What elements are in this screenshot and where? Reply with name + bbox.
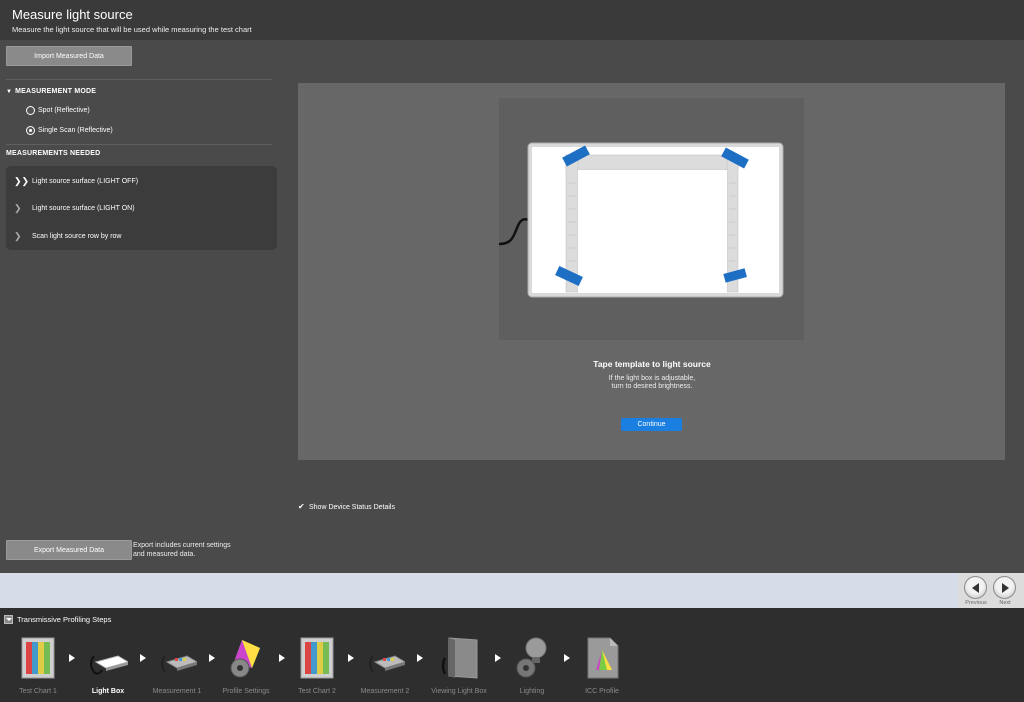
- previous-label: Previous: [965, 600, 987, 606]
- navigation-bar: Previous Next: [0, 573, 1024, 608]
- instruction-line: If the light box is adjustable,: [608, 375, 696, 382]
- measurement-item-light-on[interactable]: ❯ Light source surface (LIGHT ON): [14, 203, 135, 214]
- instruction-title: Tape template to light source: [593, 359, 711, 369]
- next-label: Next: [999, 600, 1011, 606]
- measurement-mode-heading-label: MEASUREMENT MODE: [15, 88, 97, 95]
- step-arrow-icon: [495, 654, 501, 662]
- navigation-bar-track: [0, 573, 958, 608]
- continue-button[interactable]: Continue: [621, 418, 682, 431]
- step-label: Test Chart 2: [298, 688, 336, 695]
- radio-label: Spot (Reflective): [38, 107, 90, 114]
- light-box-template-illustration: [499, 142, 784, 298]
- steps-panel-header[interactable]: Transmissive Profiling Steps: [4, 615, 111, 624]
- measurement-mode-heading[interactable]: ▼ MEASUREMENT MODE: [6, 88, 96, 95]
- measurement-item-label: Light source surface (LIGHT ON): [32, 205, 135, 212]
- measurement-device-icon: [161, 655, 197, 673]
- export-measured-data-button[interactable]: Export Measured Data: [6, 540, 132, 560]
- chevron-right-icon: ❯: [14, 231, 22, 241]
- show-device-status-label: Show Device Status Details: [309, 503, 395, 511]
- test-chart-icon: [300, 637, 334, 679]
- step-arrow-icon: [69, 654, 75, 662]
- step-label: Light Box: [91, 688, 125, 695]
- divider: [6, 79, 272, 80]
- radio-spot-reflective[interactable]: Spot (Reflective): [26, 106, 90, 115]
- measurements-needed-heading: MEASUREMENTS NEEDED: [6, 150, 101, 157]
- collapse-toggle-icon[interactable]: [4, 615, 13, 624]
- profiling-steps-panel: Transmissive Profiling Steps Test Chart …: [0, 608, 1024, 702]
- step-arrow-icon: [209, 654, 215, 662]
- step-arrow-icon: [417, 654, 423, 662]
- profile-settings-icon: [230, 640, 260, 678]
- import-measured-data-button[interactable]: Import Measured Data: [6, 46, 132, 66]
- icc-profile-icon: [587, 637, 619, 679]
- export-note: Export includes current settings and mea…: [133, 542, 231, 558]
- next-button[interactable]: [993, 576, 1016, 599]
- measurement-item-light-off[interactable]: ❯❯ Light source surface (LIGHT OFF): [14, 176, 138, 187]
- show-device-status-checkbox[interactable]: ✔ Show Device Status Details: [298, 503, 395, 511]
- arrow-right-icon: [1002, 583, 1009, 593]
- light-box-icon: [90, 655, 128, 675]
- measurements-list: ❯❯ Light source surface (LIGHT OFF) ❯ Li…: [6, 166, 277, 250]
- step-label: Profile Settings: [222, 688, 270, 695]
- step-label: Viewing Light Box: [431, 688, 487, 695]
- step-label: Measurement 1: [152, 688, 202, 695]
- arrow-left-icon: [972, 583, 979, 593]
- measurement-device-icon: [369, 655, 405, 673]
- radio-button-selected-icon[interactable]: [26, 126, 35, 135]
- step-label: Measurement 2: [360, 688, 410, 695]
- radio-label: Single Scan (Reflective): [38, 127, 113, 134]
- chevron-right-icon: ❯: [14, 203, 22, 213]
- page-title: Measure light source: [12, 7, 133, 22]
- lighting-icon: [516, 637, 547, 678]
- measurement-item-label: Light source surface (LIGHT OFF): [32, 178, 139, 185]
- checkmark-icon[interactable]: ✔: [298, 503, 306, 511]
- steps-panel-title: Transmissive Profiling Steps: [17, 615, 112, 624]
- test-chart-icon: [21, 637, 55, 679]
- divider: [6, 144, 272, 145]
- measurement-item-scan-rows[interactable]: ❯ Scan light source row by row: [14, 231, 121, 242]
- step-label: Test Chart 1: [19, 688, 57, 695]
- step-label: Lighting: [519, 688, 545, 695]
- previous-button[interactable]: [964, 576, 987, 599]
- page-subtitle: Measure the light source that will be us…: [12, 25, 252, 34]
- instruction-body: If the light box is adjustable, turn to …: [552, 375, 752, 391]
- instruction-line: turn to desired brightness.: [611, 383, 693, 390]
- measurement-item-label: Scan light source row by row: [32, 233, 122, 240]
- viewing-light-box-icon: [441, 637, 478, 679]
- step-arrow-icon: [279, 654, 285, 662]
- step-label: ICC Profile: [585, 688, 619, 695]
- template-top-bar: [565, 154, 739, 171]
- template-window: [578, 170, 727, 292]
- double-chevron-right-icon: ❯❯: [14, 176, 30, 186]
- radio-single-scan-reflective[interactable]: Single Scan (Reflective): [26, 126, 113, 135]
- step-arrow-icon: [564, 654, 570, 662]
- page-header: Measure light source Measure the light s…: [0, 0, 1024, 40]
- cable-illustration: [499, 218, 530, 246]
- disclosure-triangle-icon: ▼: [6, 89, 13, 95]
- step-arrow-icon: [348, 654, 354, 662]
- radio-button-icon[interactable]: [26, 106, 35, 115]
- step-arrow-icon: [140, 654, 146, 662]
